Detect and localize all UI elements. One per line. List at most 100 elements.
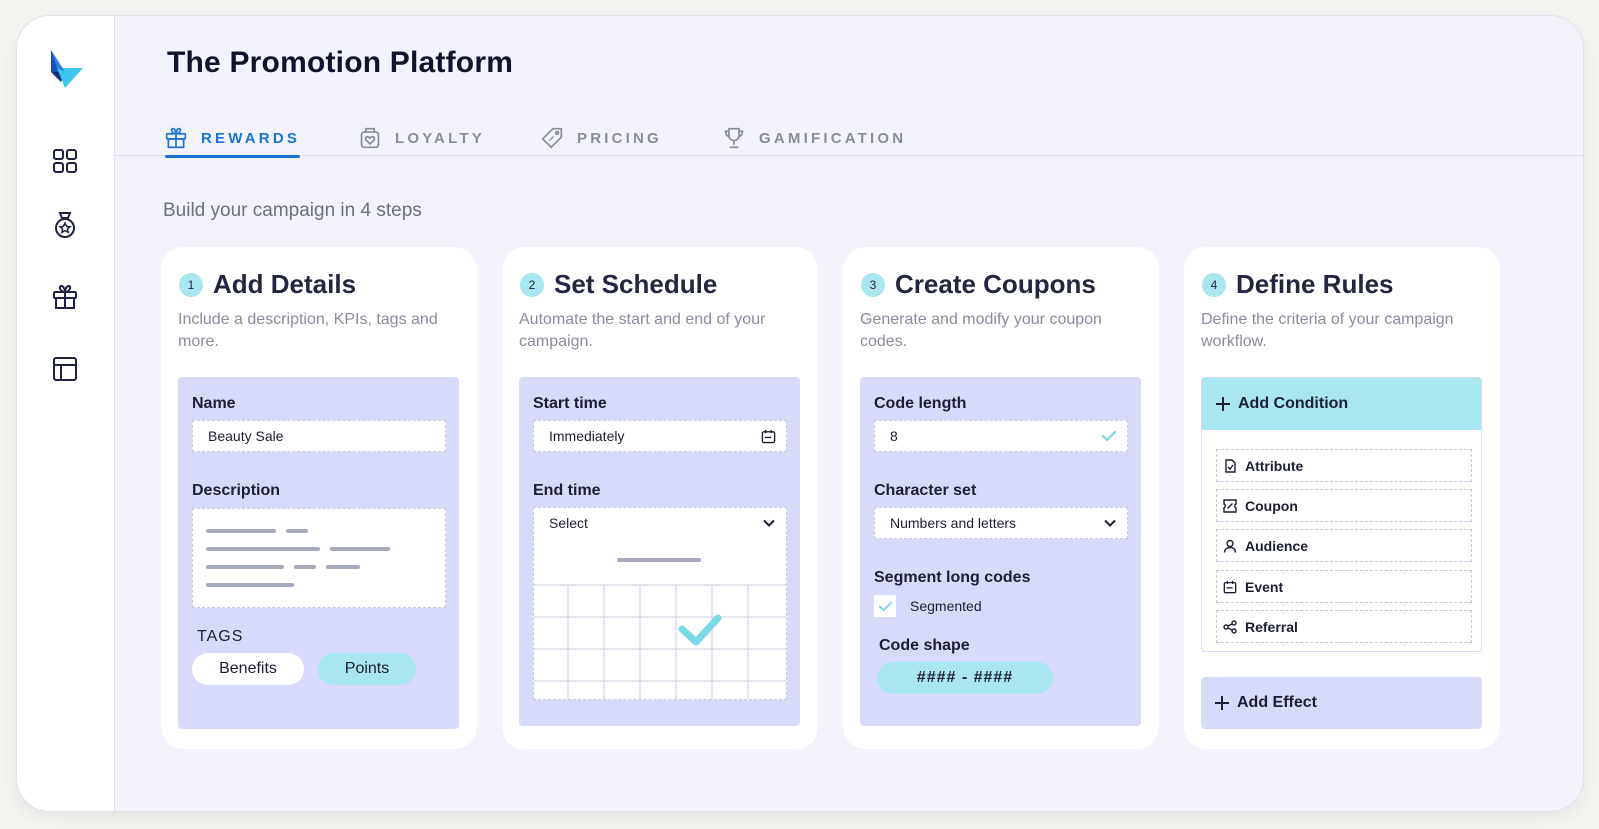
start-time-input[interactable]: Immediately: [533, 420, 787, 452]
code-length-label: Code length: [874, 395, 967, 412]
step-title: Create Coupons: [895, 269, 1096, 299]
end-time-label: End time: [533, 482, 601, 499]
chevron-down-icon: [763, 519, 775, 527]
price-tag-icon: [541, 127, 563, 149]
character-set-value: Numbers and letters: [890, 515, 1017, 531]
heart-box-icon: [360, 127, 380, 149]
text-placeholder-line: [206, 583, 294, 587]
grid-icon: [53, 149, 77, 173]
condition-item-referral[interactable]: Referral: [1216, 610, 1472, 643]
check-icon: [1101, 430, 1117, 442]
calendar-grid-lines: [534, 558, 786, 699]
sidebar-item-rewards[interactable]: [51, 283, 79, 311]
plus-icon: [1216, 397, 1230, 411]
step-description: Automate the start and end of your campa…: [519, 311, 766, 350]
name-input[interactable]: Beauty Sale: [192, 420, 446, 452]
coupon-icon: [1223, 498, 1237, 513]
share-icon: [1223, 619, 1237, 634]
segmented-checkbox[interactable]: [874, 595, 896, 617]
character-set-label: Character set: [874, 482, 977, 499]
sidebar: [17, 16, 115, 811]
step-description: Include a description, KPIs, tags and mo…: [178, 311, 438, 350]
text-placeholder-line: [206, 529, 276, 533]
step-number: 3: [861, 272, 885, 297]
trophy-icon: [724, 127, 744, 149]
schedule-panel: Start time Immediately End time Select: [519, 377, 800, 726]
check-icon: [678, 614, 722, 646]
step-description: Generate and modify your coupon codes.: [860, 311, 1102, 350]
text-placeholder-line: [206, 565, 284, 569]
condition-item-attribute[interactable]: Attribute: [1216, 449, 1472, 482]
tab-label: GAMIFICATION: [759, 129, 907, 147]
calendar-icon: [761, 429, 776, 443]
condition-label: Coupon: [1245, 497, 1298, 514]
sidebar-item-loyalty[interactable]: [51, 211, 79, 239]
name-value: Beauty Sale: [208, 428, 284, 444]
check-icon: [878, 601, 892, 611]
tags-label: TAGS: [197, 628, 244, 645]
condition-item-coupon[interactable]: Coupon: [1216, 489, 1472, 522]
tab-bar: REWARDS LOYALTY PRICING GAMIFICATION: [115, 120, 1583, 158]
step-title: Define Rules: [1236, 269, 1394, 299]
tab-label: LOYALTY: [395, 129, 485, 147]
step-header: 1 Add Details: [179, 269, 356, 300]
gift-icon: [165, 127, 187, 149]
text-placeholder-line: [286, 529, 308, 533]
add-effect-button[interactable]: Add Effect: [1201, 677, 1482, 729]
calendar-grid[interactable]: [533, 538, 787, 700]
condition-item-event[interactable]: Event: [1216, 570, 1472, 603]
tag-chip-points[interactable]: Points: [318, 653, 416, 685]
add-effect-label: Add Effect: [1237, 694, 1317, 711]
step-title: Add Details: [213, 269, 357, 299]
plus-icon: [1215, 696, 1229, 710]
sidebar-item-dashboard[interactable]: [51, 147, 79, 175]
condition-label: Referral: [1245, 618, 1298, 635]
tab-label: REWARDS: [201, 129, 301, 147]
step-title: Set Schedule: [554, 269, 718, 299]
code-length-value: 8: [890, 428, 898, 444]
details-panel: Name Beauty Sale Description TAGS Benefi…: [178, 377, 459, 729]
text-placeholder-line: [330, 547, 390, 551]
tab-rewards[interactable]: REWARDS: [165, 120, 301, 158]
main-content: The Promotion Platform REWARDS LOYALTY P…: [115, 16, 1583, 811]
description-input[interactable]: [192, 508, 446, 608]
sidebar-item-layouts[interactable]: [51, 355, 79, 383]
step-card-define-rules: 4 Define Rules Define the criteria of yo…: [1184, 247, 1500, 749]
text-placeholder-line: [294, 565, 316, 569]
attribute-icon: [1225, 458, 1236, 473]
add-condition-button[interactable]: Add Condition: [1202, 378, 1481, 430]
step-card-create-coupons: 3 Create Coupons Generate and modify you…: [843, 247, 1159, 749]
text-placeholder-line: [326, 565, 360, 569]
code-length-input[interactable]: 8: [874, 420, 1128, 452]
medal-icon: [55, 212, 75, 238]
segmented-option-label: Segmented: [910, 598, 982, 614]
character-set-select[interactable]: Numbers and letters: [874, 507, 1128, 539]
tab-gamification[interactable]: GAMIFICATION: [723, 120, 906, 156]
condition-item-audience[interactable]: Audience: [1216, 529, 1472, 562]
condition-label: Audience: [1245, 537, 1309, 554]
gift-icon: [53, 284, 77, 309]
chevron-down-icon: [1104, 519, 1116, 527]
end-time-select[interactable]: Select: [533, 507, 787, 539]
page-title: The Promotion Platform: [167, 46, 514, 79]
end-time-value: Select: [549, 515, 588, 531]
step-card-add-details: 1 Add Details Include a description, KPI…: [161, 247, 477, 749]
step-header: 2 Set Schedule: [520, 269, 717, 300]
text-placeholder-line: [206, 547, 320, 551]
tab-label: PRICING: [577, 129, 662, 147]
calendar-icon: [1223, 580, 1237, 593]
step-number: 2: [520, 272, 544, 297]
tab-pricing[interactable]: PRICING: [541, 120, 662, 156]
condition-label: Attribute: [1245, 457, 1304, 474]
start-time-label: Start time: [533, 395, 607, 412]
segment-codes-label: Segment long codes: [874, 569, 1031, 586]
name-label: Name: [192, 395, 236, 412]
conditions-panel: Add Condition Attribute Coupon Audience …: [1201, 377, 1482, 652]
step-description: Define the criteria of your campaign wor…: [1201, 311, 1454, 350]
steps-subtitle: Build your campaign in 4 steps: [163, 200, 422, 221]
code-shape-label: Code shape: [879, 637, 970, 654]
add-condition-label: Add Condition: [1238, 395, 1349, 412]
code-shape-chip[interactable]: #### - ####: [877, 662, 1053, 694]
tab-loyalty[interactable]: LOYALTY: [359, 120, 485, 156]
tag-chip-benefits[interactable]: Benefits: [192, 653, 304, 685]
